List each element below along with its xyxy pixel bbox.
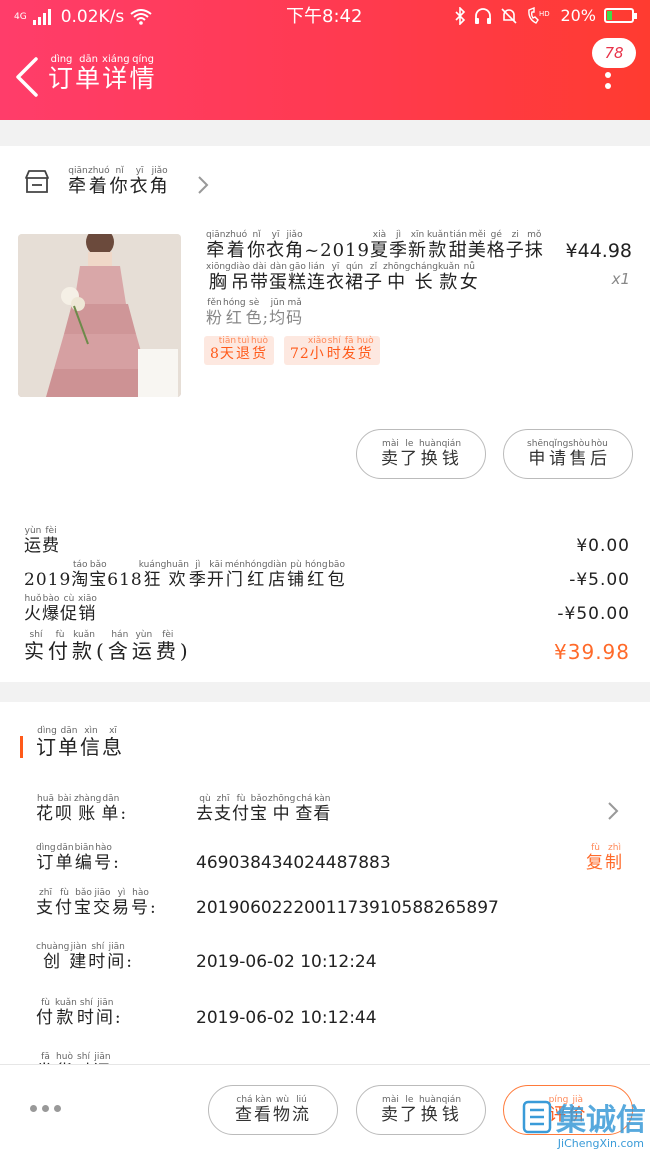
shop-link[interactable]: 牵qiān着zhuó你nǐ衣yī角jiǎo bbox=[24, 166, 170, 198]
watermark-logo: 集诚信 JiChengXin.com bbox=[522, 1095, 646, 1150]
alipay-trade-value: 2019060222001173910588265897 bbox=[196, 898, 499, 918]
status-right: HD 20% bbox=[454, 6, 637, 25]
tag-shipping: 72小xiǎo时shí发fā货huò bbox=[283, 336, 380, 365]
shop-name: 牵qiān着zhuó你nǐ衣yī角jiǎo bbox=[68, 166, 170, 197]
order-info-title: 订dìng单dān信xìn息xī bbox=[36, 726, 124, 759]
total-paid: 实shí付fù款kuǎn(含hán运yùn费fèi) ¥39.98 bbox=[24, 630, 630, 664]
network-speed: 0.02K/s bbox=[60, 7, 125, 27]
service-tags: 8天tiān退tuì货huò 72小xiǎo时shí发fā货huò bbox=[204, 336, 380, 365]
product-image[interactable] bbox=[18, 234, 181, 397]
info-row-order-number: 订dìng单dān编biān号hào: 469038434024487883 复… bbox=[36, 843, 624, 873]
status-left: 4G 0.02K/s bbox=[14, 7, 152, 27]
order-info-card: 订dìng单dān信xìn息xī 花huā呗bài账zhàng单dān: 去qù… bbox=[0, 702, 650, 1064]
product-spec: 粉fěn红hóng色sè;均jūn码mǎ bbox=[206, 298, 304, 327]
fee-promo: 火huǒ爆bào促cù销xiāo -¥50.00 bbox=[24, 594, 630, 624]
message-badge[interactable]: 78 bbox=[592, 38, 636, 68]
mute-bell-icon bbox=[501, 7, 518, 24]
status-bar: 4G 0.02K/s 下午8:42 HD 20% bbox=[0, 0, 650, 34]
battery-percent: 20% bbox=[560, 6, 596, 25]
wifi-icon bbox=[130, 9, 152, 25]
huabei-value: 去qù支zhī付fù宝bǎo中zhōng查chá看kàn bbox=[196, 794, 332, 824]
watermark-url: JiChengXin.com bbox=[557, 1137, 644, 1150]
paid-time-value: 2019-06-02 10:12:44 bbox=[196, 1008, 377, 1028]
watermark-brand: 集诚信 bbox=[556, 1103, 646, 1138]
status-time: 下午8:42 bbox=[286, 6, 363, 27]
section-accent-bar bbox=[20, 736, 23, 758]
page-title: 订dìng单dān详xiáng情qíng bbox=[48, 54, 157, 93]
fee-shipping-value: ¥0.00 bbox=[576, 536, 630, 556]
total-paid-value: ¥39.98 bbox=[554, 640, 630, 664]
more-actions-icon[interactable] bbox=[30, 1105, 61, 1112]
info-row-shipped: 发fā货huò时shí间jiān: bbox=[36, 1052, 118, 1064]
order-product-card: 牵qiān着zhuó你nǐ衣yī角jiǎo 牵qiān着zhuó你nǐ衣yī角j… bbox=[0, 146, 650, 682]
after-sale-button[interactable]: 申shēn 请qǐng 售shòu 后hòu bbox=[503, 429, 633, 479]
product-title[interactable]: 牵qiān着zhuó你nǐ衣yī角jiǎo~2019夏xià季jì新xīn款ku… bbox=[206, 230, 556, 299]
info-row-created: 创chuàng建jiàn时shí间jiān: 2019-06-02 10:12:… bbox=[36, 942, 377, 972]
bottom-action-bar: 查chá 看kàn 物wù 流liú 卖mài 了le 换huàn 钱qián 评píng 价… bbox=[0, 1064, 650, 1155]
headset-icon bbox=[475, 7, 492, 24]
order-number-value: 469038434024487883 bbox=[196, 853, 391, 873]
info-row-paid: 付fù款kuǎn时shí间jiān: 2019-06-02 10:12:44 bbox=[36, 998, 377, 1028]
fee-coupon-value: -¥5.00 bbox=[569, 570, 630, 590]
info-row-alipay-trade: 支zhī付fù宝bǎo交jiāo易yì号hào: 201906022200117… bbox=[36, 888, 499, 918]
product-quantity: x1 bbox=[611, 270, 630, 288]
chevron-right-icon bbox=[608, 802, 619, 820]
view-logistics-button[interactable]: 查chá 看kàn 物wù 流liú bbox=[208, 1085, 338, 1135]
sell-refund-button-bottom[interactable]: 卖mài 了le 换huàn 钱qián bbox=[356, 1085, 486, 1135]
fee-promo-value: -¥50.00 bbox=[557, 604, 630, 624]
battery-icon bbox=[604, 8, 637, 23]
sell-refund-button[interactable]: 卖mài 了le 换huàn 钱qián bbox=[356, 429, 486, 479]
back-arrow-icon[interactable] bbox=[12, 55, 42, 99]
product-price: ¥44.98 bbox=[565, 240, 632, 262]
chevron-right-icon bbox=[198, 176, 209, 194]
fee-coupon: 2019淘táo宝bǎo618狂kuáng欢huān季jì开kāi门mén红hó… bbox=[24, 560, 630, 590]
copy-button[interactable]: 复fù制zhì bbox=[586, 843, 624, 873]
bluetooth-icon bbox=[455, 6, 466, 25]
tag-return: 8天tiān退tuì货huò bbox=[204, 336, 274, 365]
watermark-glyph-icon bbox=[522, 1100, 552, 1134]
svg-text:HD: HD bbox=[539, 10, 550, 18]
info-row-huabei[interactable]: 花huā呗bài账zhàng单dān: 去qù支zhī付fù宝bǎo中zhōng… bbox=[36, 794, 626, 824]
fee-shipping: 运yùn费fèi ¥0.00 bbox=[24, 526, 630, 556]
signal-icon bbox=[32, 9, 51, 25]
header: 4G 0.02K/s 下午8:42 HD 20% 订dìng单dān详xiáng… bbox=[0, 0, 650, 120]
shop-icon bbox=[25, 170, 49, 193]
network-label: 4G bbox=[14, 12, 27, 22]
more-menu-icon[interactable] bbox=[604, 72, 612, 94]
created-time-value: 2019-06-02 10:12:24 bbox=[196, 952, 377, 972]
hd-call-icon: HD bbox=[528, 6, 550, 24]
dress-illustration bbox=[18, 234, 181, 397]
